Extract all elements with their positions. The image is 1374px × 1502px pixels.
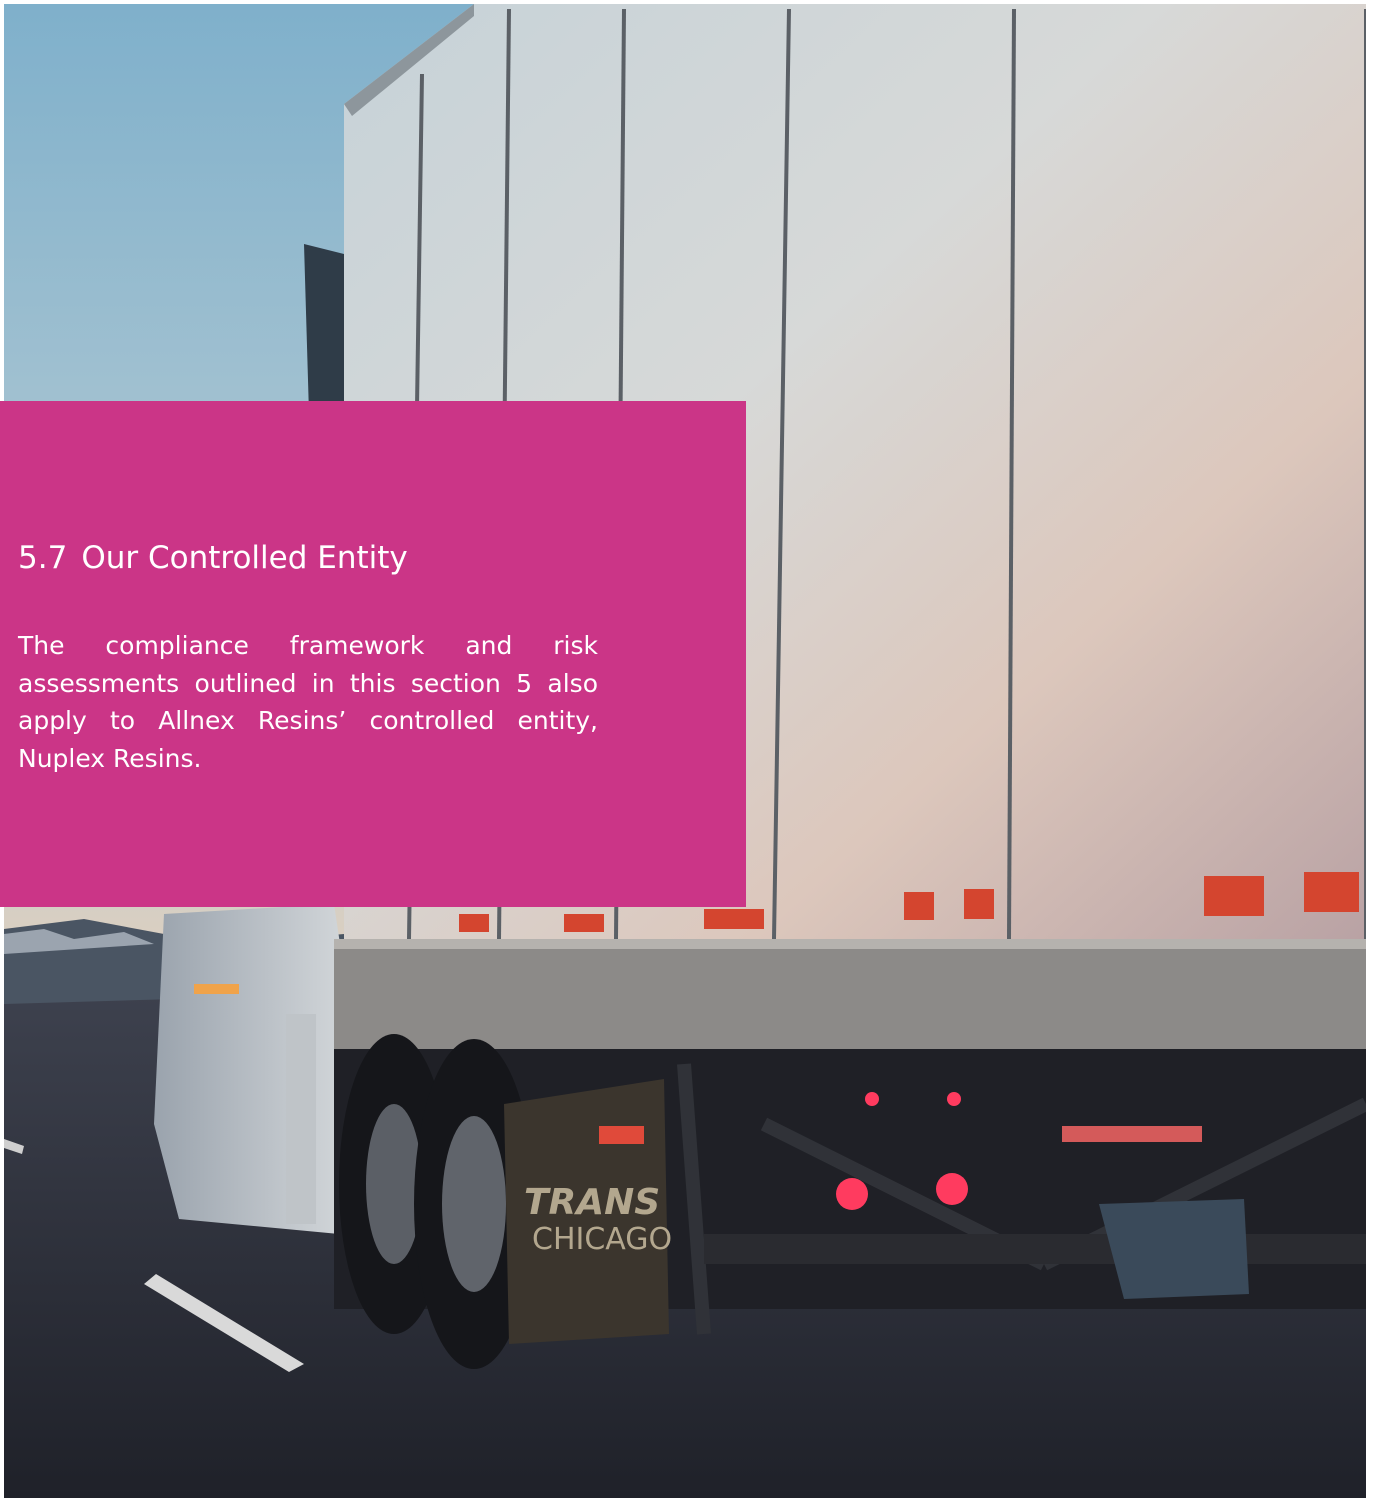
section-heading: 5.7 Our Controlled Entity [18,536,408,580]
section-number: 5.7 [18,540,68,576]
section-body: The compliance framework and risk assess… [18,631,598,773]
report-page: TRANS CHICAGO 5.7 Our Controlled Entity … [0,0,1374,1502]
svg-text:TRANS: TRANS [524,1182,660,1223]
svg-text:CHICAGO: CHICAGO [532,1222,672,1257]
section-title: Our Controlled Entity [81,540,408,576]
